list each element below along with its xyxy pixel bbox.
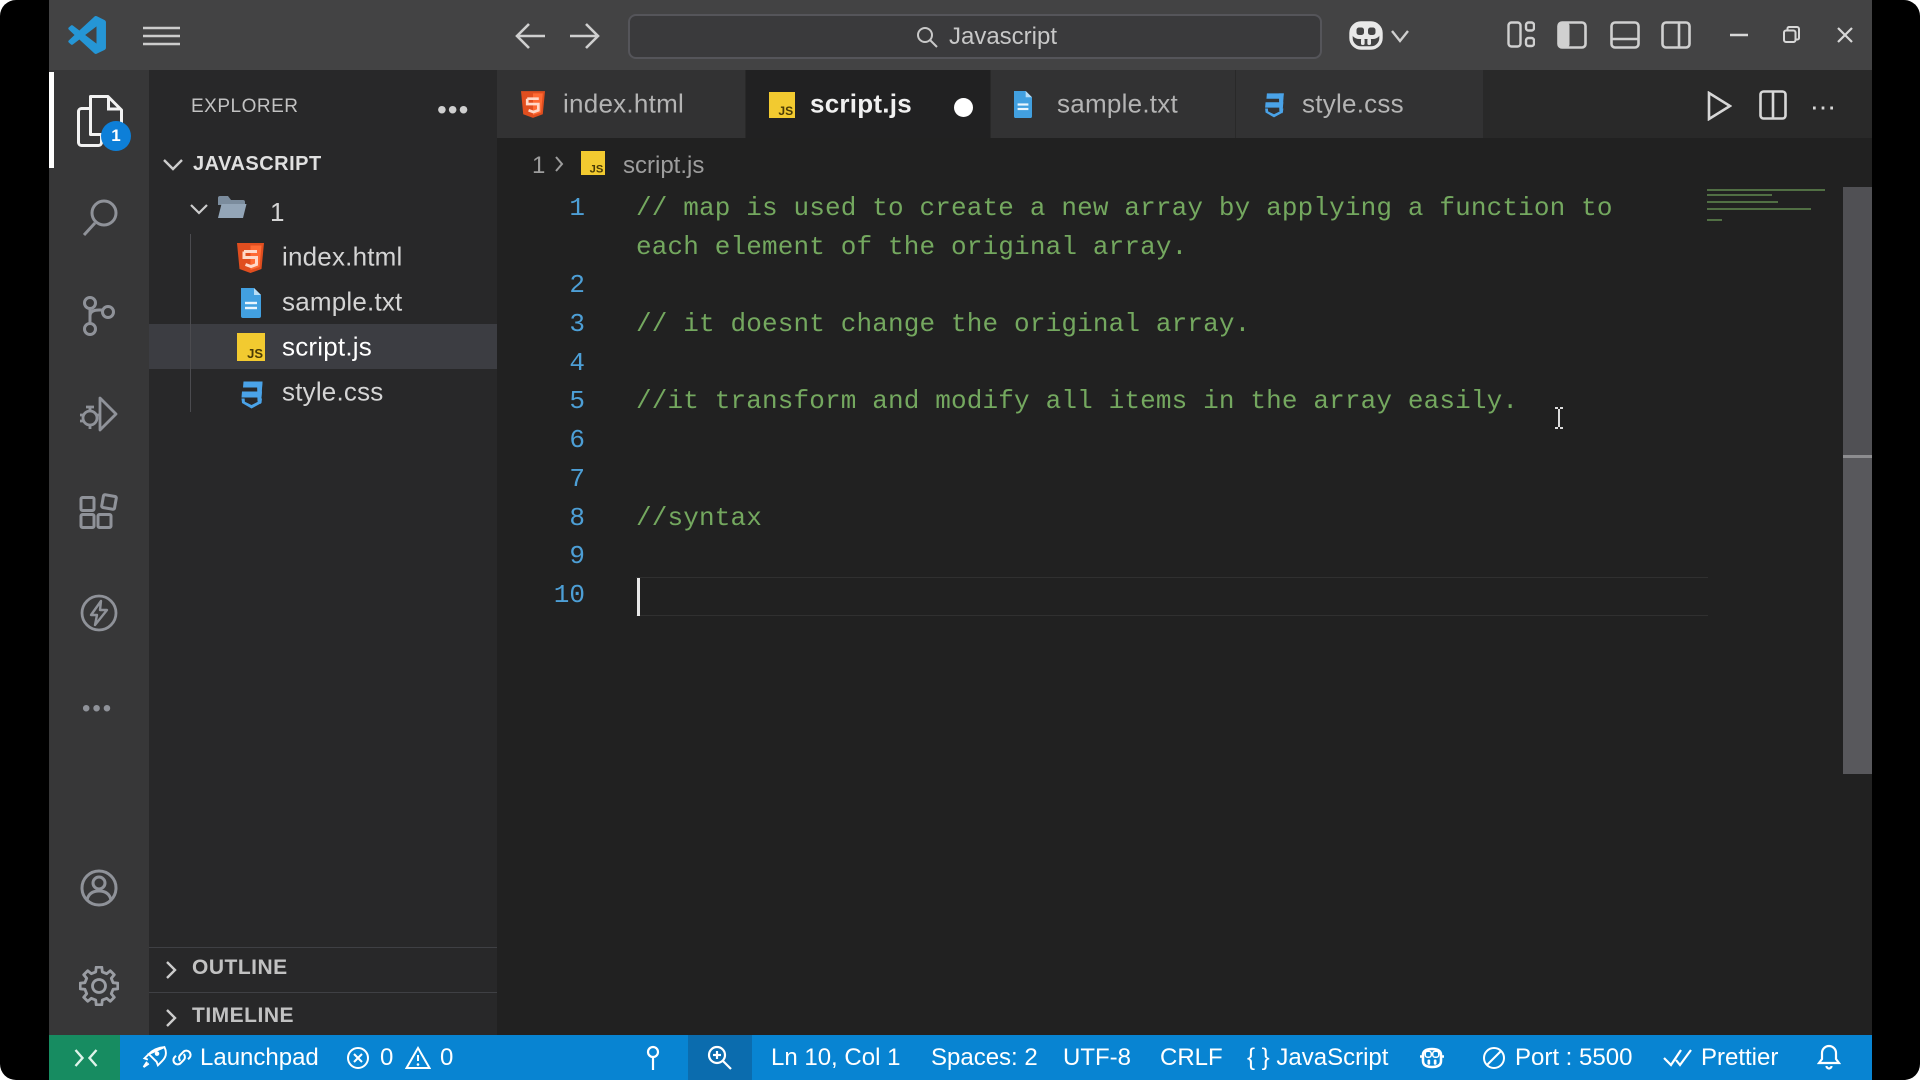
svg-text:JS: JS [247, 346, 263, 361]
svg-text:JS: JS [778, 104, 793, 118]
svg-text:JS: JS [590, 163, 604, 175]
